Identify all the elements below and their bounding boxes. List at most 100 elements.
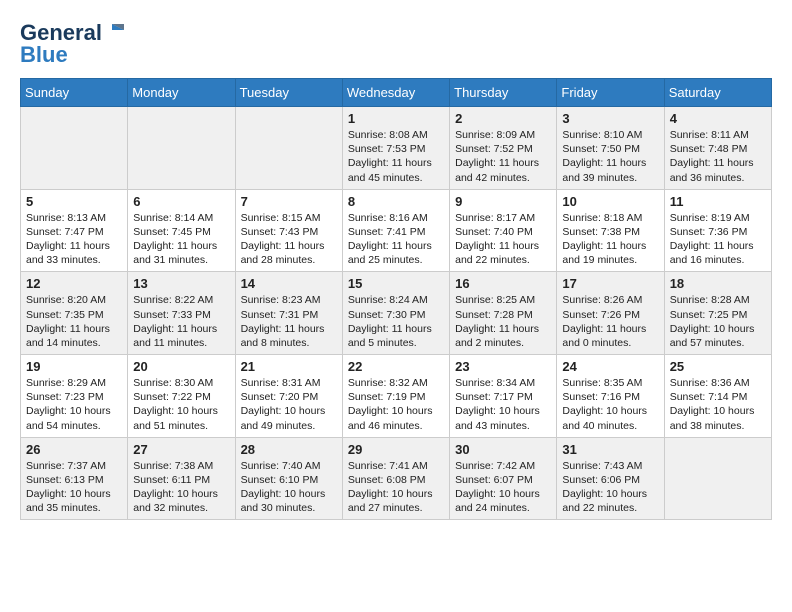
calendar-cell: 30 Sunrise: 7:42 AMSunset: 6:07 PMDayligh… <box>450 437 557 520</box>
day-number: 12 <box>26 276 122 291</box>
cell-info: Sunrise: 8:09 AMSunset: 7:52 PMDaylight:… <box>455 128 551 185</box>
calendar-cell: 8 Sunrise: 8:16 AMSunset: 7:41 PMDaylight… <box>342 189 449 272</box>
calendar-cell: 22 Sunrise: 8:32 AMSunset: 7:19 PMDayligh… <box>342 355 449 438</box>
cell-info: Sunrise: 8:14 AMSunset: 7:45 PMDaylight:… <box>133 211 229 268</box>
cell-info: Sunrise: 8:16 AMSunset: 7:41 PMDaylight:… <box>348 211 444 268</box>
calendar-cell: 12 Sunrise: 8:20 AMSunset: 7:35 PMDayligh… <box>21 272 128 355</box>
day-number: 25 <box>670 359 766 374</box>
cell-info: Sunrise: 8:15 AMSunset: 7:43 PMDaylight:… <box>241 211 337 268</box>
calendar-cell <box>128 107 235 190</box>
day-number: 6 <box>133 194 229 209</box>
calendar-table: SundayMondayTuesdayWednesdayThursdayFrid… <box>20 78 772 520</box>
cell-info: Sunrise: 8:34 AMSunset: 7:17 PMDaylight:… <box>455 376 551 433</box>
cell-info: Sunrise: 8:26 AMSunset: 7:26 PMDaylight:… <box>562 293 658 350</box>
cell-info: Sunrise: 8:19 AMSunset: 7:36 PMDaylight:… <box>670 211 766 268</box>
weekday-header-tuesday: Tuesday <box>235 79 342 107</box>
calendar-cell: 23Sunrise: 8:34 AMSunset: 7:17 PMDayligh… <box>450 355 557 438</box>
day-number: 16 <box>455 276 551 291</box>
cell-info: Sunrise: 7:40 AMSunset: 6:10 PMDaylight:… <box>241 459 337 516</box>
day-number: 14 <box>241 276 337 291</box>
calendar-header-row: SundayMondayTuesdayWednesdayThursdayFrid… <box>21 79 772 107</box>
calendar-cell: 5 Sunrise: 8:13 AMSunset: 7:47 PMDaylight… <box>21 189 128 272</box>
day-number: 10 <box>562 194 658 209</box>
calendar-cell: 3 Sunrise: 8:10 AMSunset: 7:50 PMDaylight… <box>557 107 664 190</box>
day-number: 31 <box>562 442 658 457</box>
calendar-cell: 28Sunrise: 7:40 AMSunset: 6:10 PMDayligh… <box>235 437 342 520</box>
day-number: 1 <box>348 111 444 126</box>
weekday-header-wednesday: Wednesday <box>342 79 449 107</box>
day-number: 20 <box>133 359 229 374</box>
calendar-cell: 29 Sunrise: 7:41 AMSunset: 6:08 PMDayligh… <box>342 437 449 520</box>
cell-info: Sunrise: 7:41 AMSunset: 6:08 PMDaylight:… <box>348 459 444 516</box>
calendar-cell: 6 Sunrise: 8:14 AMSunset: 7:45 PMDaylight… <box>128 189 235 272</box>
calendar-cell: 10 Sunrise: 8:18 AMSunset: 7:38 PMDayligh… <box>557 189 664 272</box>
cell-info: Sunrise: 8:28 AMSunset: 7:25 PMDaylight:… <box>670 293 766 350</box>
cell-info: Sunrise: 8:11 AMSunset: 7:48 PMDaylight:… <box>670 128 766 185</box>
day-number: 21 <box>241 359 337 374</box>
calendar-cell: 7Sunrise: 8:15 AMSunset: 7:43 PMDaylight… <box>235 189 342 272</box>
weekday-header-monday: Monday <box>128 79 235 107</box>
day-number: 24 <box>562 359 658 374</box>
calendar-cell: 16 Sunrise: 8:25 AMSunset: 7:28 PMDayligh… <box>450 272 557 355</box>
calendar-week-row: 5 Sunrise: 8:13 AMSunset: 7:47 PMDaylight… <box>21 189 772 272</box>
cell-info: Sunrise: 8:31 AMSunset: 7:20 PMDaylight:… <box>241 376 337 433</box>
calendar-cell <box>235 107 342 190</box>
day-number: 30 <box>455 442 551 457</box>
cell-info: Sunrise: 8:08 AMSunset: 7:53 PMDaylight:… <box>348 128 444 185</box>
cell-info: Sunrise: 8:17 AMSunset: 7:40 PMDaylight:… <box>455 211 551 268</box>
day-number: 27 <box>133 442 229 457</box>
day-number: 19 <box>26 359 122 374</box>
day-number: 26 <box>26 442 122 457</box>
cell-info: Sunrise: 8:13 AMSunset: 7:47 PMDaylight:… <box>26 211 122 268</box>
weekday-header-friday: Friday <box>557 79 664 107</box>
day-number: 9 <box>455 194 551 209</box>
calendar-cell: 25 Sunrise: 8:36 AMSunset: 7:14 PMDayligh… <box>664 355 771 438</box>
calendar-cell: 15 Sunrise: 8:24 AMSunset: 7:30 PMDayligh… <box>342 272 449 355</box>
calendar-cell: 14Sunrise: 8:23 AMSunset: 7:31 PMDayligh… <box>235 272 342 355</box>
calendar-week-row: 12 Sunrise: 8:20 AMSunset: 7:35 PMDayligh… <box>21 272 772 355</box>
cell-info: Sunrise: 8:35 AMSunset: 7:16 PMDaylight:… <box>562 376 658 433</box>
day-number: 5 <box>26 194 122 209</box>
weekday-header-sunday: Sunday <box>21 79 128 107</box>
calendar-week-row: 19Sunrise: 8:29 AMSunset: 7:23 PMDayligh… <box>21 355 772 438</box>
calendar-cell: 18 Sunrise: 8:28 AMSunset: 7:25 PMDayligh… <box>664 272 771 355</box>
day-number: 13 <box>133 276 229 291</box>
cell-info: Sunrise: 7:42 AMSunset: 6:07 PMDaylight:… <box>455 459 551 516</box>
calendar-cell: 2 Sunrise: 8:09 AMSunset: 7:52 PMDaylight… <box>450 107 557 190</box>
calendar-cell: 17 Sunrise: 8:26 AMSunset: 7:26 PMDayligh… <box>557 272 664 355</box>
cell-info: Sunrise: 8:36 AMSunset: 7:14 PMDaylight:… <box>670 376 766 433</box>
calendar-week-row: 1 Sunrise: 8:08 AMSunset: 7:53 PMDaylight… <box>21 107 772 190</box>
day-number: 29 <box>348 442 444 457</box>
calendar-cell: 24 Sunrise: 8:35 AMSunset: 7:16 PMDayligh… <box>557 355 664 438</box>
cell-info: Sunrise: 8:32 AMSunset: 7:19 PMDaylight:… <box>348 376 444 433</box>
cell-info: Sunrise: 8:18 AMSunset: 7:38 PMDaylight:… <box>562 211 658 268</box>
calendar-cell: 4Sunrise: 8:11 AMSunset: 7:48 PMDaylight… <box>664 107 771 190</box>
calendar-cell: 20 Sunrise: 8:30 AMSunset: 7:22 PMDayligh… <box>128 355 235 438</box>
logo-bird-icon <box>104 20 126 42</box>
day-number: 8 <box>348 194 444 209</box>
calendar-cell <box>21 107 128 190</box>
calendar-cell: 21 Sunrise: 8:31 AMSunset: 7:20 PMDayligh… <box>235 355 342 438</box>
page-header: General Blue <box>20 20 772 68</box>
calendar-cell: 9 Sunrise: 8:17 AMSunset: 7:40 PMDaylight… <box>450 189 557 272</box>
day-number: 17 <box>562 276 658 291</box>
cell-info: Sunrise: 8:25 AMSunset: 7:28 PMDaylight:… <box>455 293 551 350</box>
calendar-cell: 27 Sunrise: 7:38 AMSunset: 6:11 PMDayligh… <box>128 437 235 520</box>
cell-info: Sunrise: 8:10 AMSunset: 7:50 PMDaylight:… <box>562 128 658 185</box>
day-number: 22 <box>348 359 444 374</box>
weekday-header-thursday: Thursday <box>450 79 557 107</box>
cell-info: Sunrise: 7:38 AMSunset: 6:11 PMDaylight:… <box>133 459 229 516</box>
logo-blue-text: Blue <box>20 42 68 68</box>
cell-info: Sunrise: 8:20 AMSunset: 7:35 PMDaylight:… <box>26 293 122 350</box>
weekday-header-saturday: Saturday <box>664 79 771 107</box>
day-number: 2 <box>455 111 551 126</box>
cell-info: Sunrise: 8:30 AMSunset: 7:22 PMDaylight:… <box>133 376 229 433</box>
day-number: 15 <box>348 276 444 291</box>
cell-info: Sunrise: 7:37 AMSunset: 6:13 PMDaylight:… <box>26 459 122 516</box>
cell-info: Sunrise: 7:43 AMSunset: 6:06 PMDaylight:… <box>562 459 658 516</box>
calendar-week-row: 26 Sunrise: 7:37 AMSunset: 6:13 PMDayligh… <box>21 437 772 520</box>
calendar-cell <box>664 437 771 520</box>
cell-info: Sunrise: 8:24 AMSunset: 7:30 PMDaylight:… <box>348 293 444 350</box>
day-number: 18 <box>670 276 766 291</box>
day-number: 3 <box>562 111 658 126</box>
